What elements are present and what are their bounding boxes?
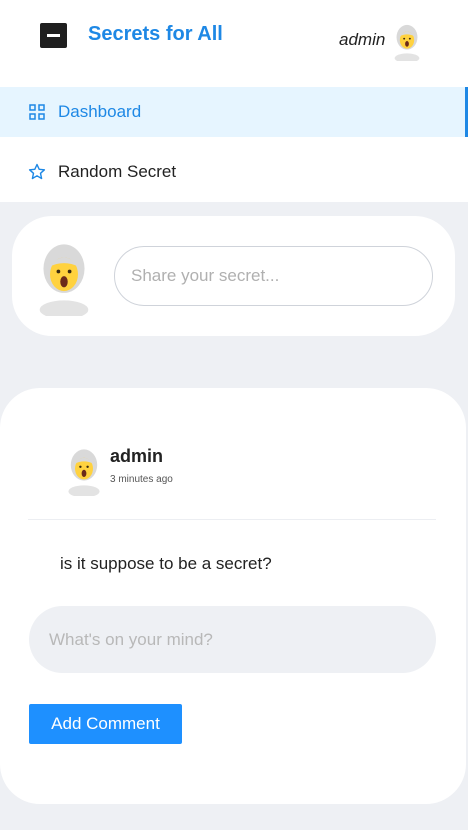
divider bbox=[28, 519, 436, 520]
post-author: admin bbox=[110, 446, 164, 466]
nav-item-label: Dashboard bbox=[58, 102, 142, 121]
avatar-icon[interactable] bbox=[390, 23, 424, 61]
post-body: is it suppose to be a secret? bbox=[60, 554, 272, 573]
nav-item-random-secret[interactable]: Random Secret bbox=[0, 147, 468, 197]
comment-input[interactable] bbox=[29, 606, 436, 673]
avatar-icon bbox=[68, 449, 100, 496]
avatar-icon bbox=[39, 244, 89, 316]
star-icon bbox=[28, 163, 46, 180]
collapse-menu-button[interactable] bbox=[40, 23, 67, 48]
app-title[interactable]: Secrets for All bbox=[88, 23, 223, 46]
app-header: Secrets for All admin bbox=[0, 0, 468, 87]
nav-item-dashboard[interactable]: Dashboard bbox=[0, 87, 468, 137]
add-comment-button[interactable]: Add Comment bbox=[29, 704, 182, 744]
minus-icon bbox=[47, 34, 60, 37]
user-name[interactable]: admin bbox=[339, 30, 385, 50]
secret-post-card: admin 3 minutes ago is it suppose to be … bbox=[0, 388, 466, 804]
share-secret-card bbox=[12, 216, 455, 336]
post-timestamp: 3 minutes ago bbox=[110, 474, 173, 485]
nav-item-label: Random Secret bbox=[58, 162, 177, 181]
sidebar-nav: Dashboard Random Secret bbox=[0, 87, 468, 202]
grid-icon bbox=[29, 104, 45, 120]
share-secret-input[interactable] bbox=[114, 246, 433, 306]
